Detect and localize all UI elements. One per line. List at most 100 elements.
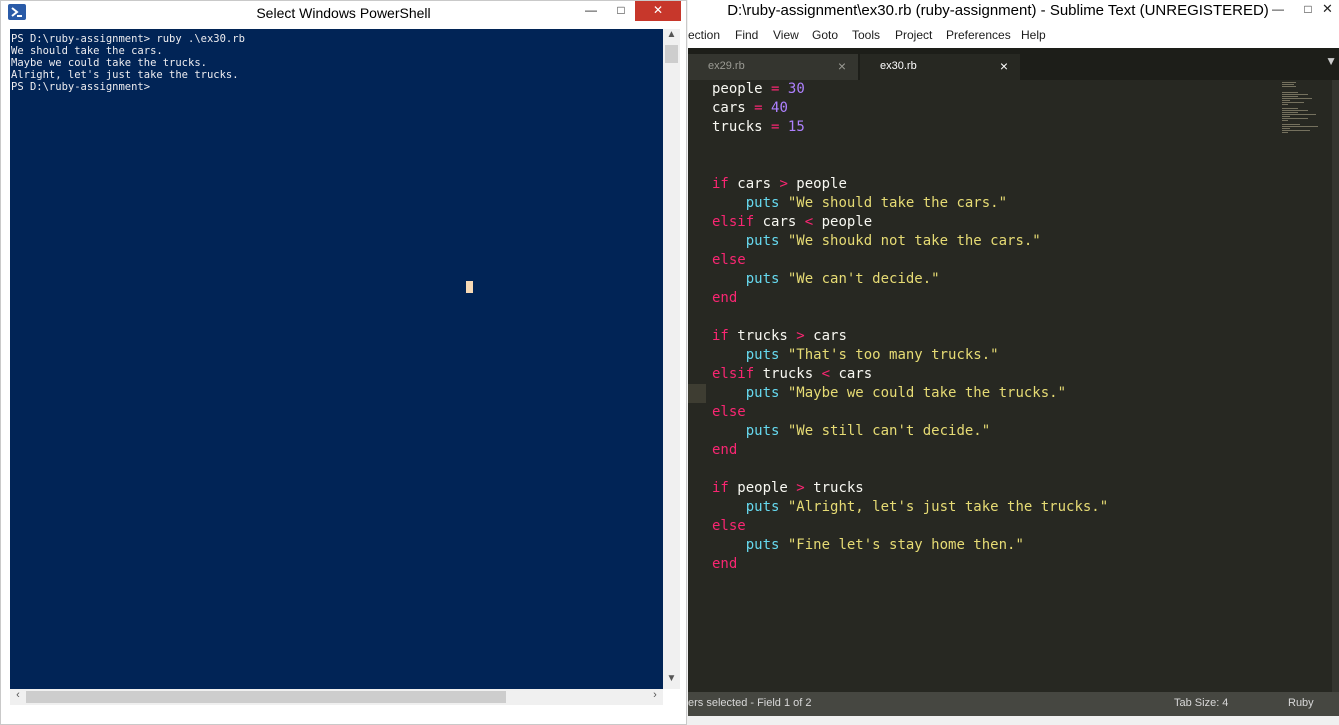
scroll-left-arrow-icon[interactable]: ‹ (10, 689, 26, 705)
tab-bar: ex29.rb × ex30.rb × ▼ (688, 48, 1339, 80)
code-line: elsif cars < people (712, 213, 1108, 232)
code-token: people (712, 81, 772, 97)
code-token: "Alright, let's just take the trucks." (787, 499, 1109, 515)
scrollbar-thumb[interactable] (26, 691, 506, 703)
close-button[interactable]: ✕ (635, 1, 681, 21)
code-token: puts (745, 537, 780, 553)
code-token: "We should take the cars." (787, 195, 1008, 211)
scroll-right-arrow-icon[interactable]: › (647, 689, 663, 705)
code-token: cars (830, 366, 873, 382)
code-token: puts (745, 423, 780, 439)
menu-item-selection[interactable]: ection (688, 28, 720, 42)
text-cursor (466, 281, 473, 293)
console-text: PS D:\ruby-assignment> ruby .\ex30.rb We … (10, 29, 663, 93)
close-button[interactable]: ✕ (1322, 0, 1339, 20)
code-line: cars = 40 (712, 99, 1108, 118)
tab-list-dropdown-icon[interactable]: ▼ (1325, 54, 1337, 68)
vertical-scrollbar[interactable]: ▲ ▼ (663, 29, 680, 689)
minimize-button[interactable]: — (576, 1, 606, 21)
code-token: > (796, 480, 805, 496)
menu-item-tools[interactable]: Tools (852, 28, 880, 42)
code-line: if cars > people (712, 175, 1108, 194)
console-line: PS D:\ruby-assignment> (11, 81, 151, 93)
horizontal-scrollbar[interactable]: ‹ › (10, 689, 663, 705)
menu-bar: ection Find View Goto Tools Project Pref… (688, 26, 1339, 46)
console-line: Alright, let's just take the trucks. (11, 69, 239, 81)
code-token: end (712, 556, 738, 572)
code-token: else (712, 252, 746, 268)
menu-item-view[interactable]: View (773, 28, 799, 42)
code-token: cars (728, 176, 780, 192)
code-editor[interactable]: people = 30 cars = 40 trucks = 15 if cars >… (688, 80, 1339, 692)
code-line: else (712, 251, 1108, 270)
minimap[interactable] (1278, 82, 1326, 142)
code-line: people = 30 (712, 80, 1108, 99)
code-token: < (821, 366, 831, 382)
tab-label: ex30.rb (880, 60, 917, 72)
tab-ex29[interactable]: ex29.rb × (688, 54, 858, 80)
code-token: < (804, 214, 814, 230)
menu-item-preferences[interactable]: Preferences (946, 28, 1011, 42)
code-token: else (712, 404, 746, 420)
code-token: trucks (804, 480, 864, 496)
code-token: else (712, 518, 746, 534)
code-token: trucks (754, 366, 822, 382)
code-token: 30 (787, 81, 805, 97)
taskbar-strip (688, 716, 1339, 725)
maximize-button[interactable]: □ (1293, 0, 1323, 20)
code-token: "Maybe we could take the trucks." (787, 385, 1067, 401)
menu-item-find[interactable]: Find (735, 28, 758, 42)
maximize-button[interactable]: □ (606, 1, 636, 21)
code-token: puts (745, 271, 780, 287)
scroll-down-arrow-icon[interactable]: ▼ (663, 673, 680, 689)
code-token: cars (804, 328, 847, 344)
code-line: puts "That's too many trucks." (712, 346, 1108, 365)
code-token: elsif (712, 214, 755, 230)
code-token: puts (745, 347, 780, 363)
code-line: if trucks > cars (712, 327, 1108, 346)
code-token: people (813, 214, 873, 230)
code-token: puts (745, 233, 780, 249)
sublime-titlebar[interactable]: D:\ruby-assignment\ex30.rb (ruby-assignm… (688, 0, 1339, 24)
code-token: "We shoukd not take the cars." (787, 233, 1041, 249)
code-token: 40 (771, 100, 788, 116)
syntax-indicator[interactable]: Ruby (1288, 697, 1314, 709)
tab-ex30[interactable]: ex30.rb × (860, 54, 1020, 80)
code-token: > (796, 328, 805, 344)
sublime-window: D:\ruby-assignment\ex30.rb (ruby-assignm… (688, 0, 1339, 725)
menu-item-project[interactable]: Project (895, 28, 932, 42)
code-token: end (712, 442, 738, 458)
tab-close-icon[interactable]: × (1000, 58, 1008, 74)
minimize-button[interactable]: — (1263, 0, 1293, 20)
tab-size-indicator[interactable]: Tab Size: 4 (1174, 697, 1228, 709)
code-line: end (712, 441, 1108, 460)
scroll-up-arrow-icon[interactable]: ▲ (663, 29, 680, 45)
powershell-titlebar[interactable]: Select Windows PowerShell — □ ✕ (1, 1, 686, 26)
code-token: "That's too many trucks." (787, 347, 999, 363)
scrollbar-thumb[interactable] (665, 45, 678, 63)
code-token: > (779, 176, 788, 192)
code-token: puts (745, 385, 780, 401)
tab-close-icon[interactable]: × (838, 58, 846, 74)
code-line: elsif trucks < cars (712, 365, 1108, 384)
console-output[interactable]: PS D:\ruby-assignment> ruby .\ex30.rb We … (10, 29, 663, 689)
editor-scrollbar[interactable] (1332, 80, 1339, 692)
menu-item-help[interactable]: Help (1021, 28, 1046, 42)
code-line: end (712, 289, 1108, 308)
menu-item-goto[interactable]: Goto (812, 28, 838, 42)
